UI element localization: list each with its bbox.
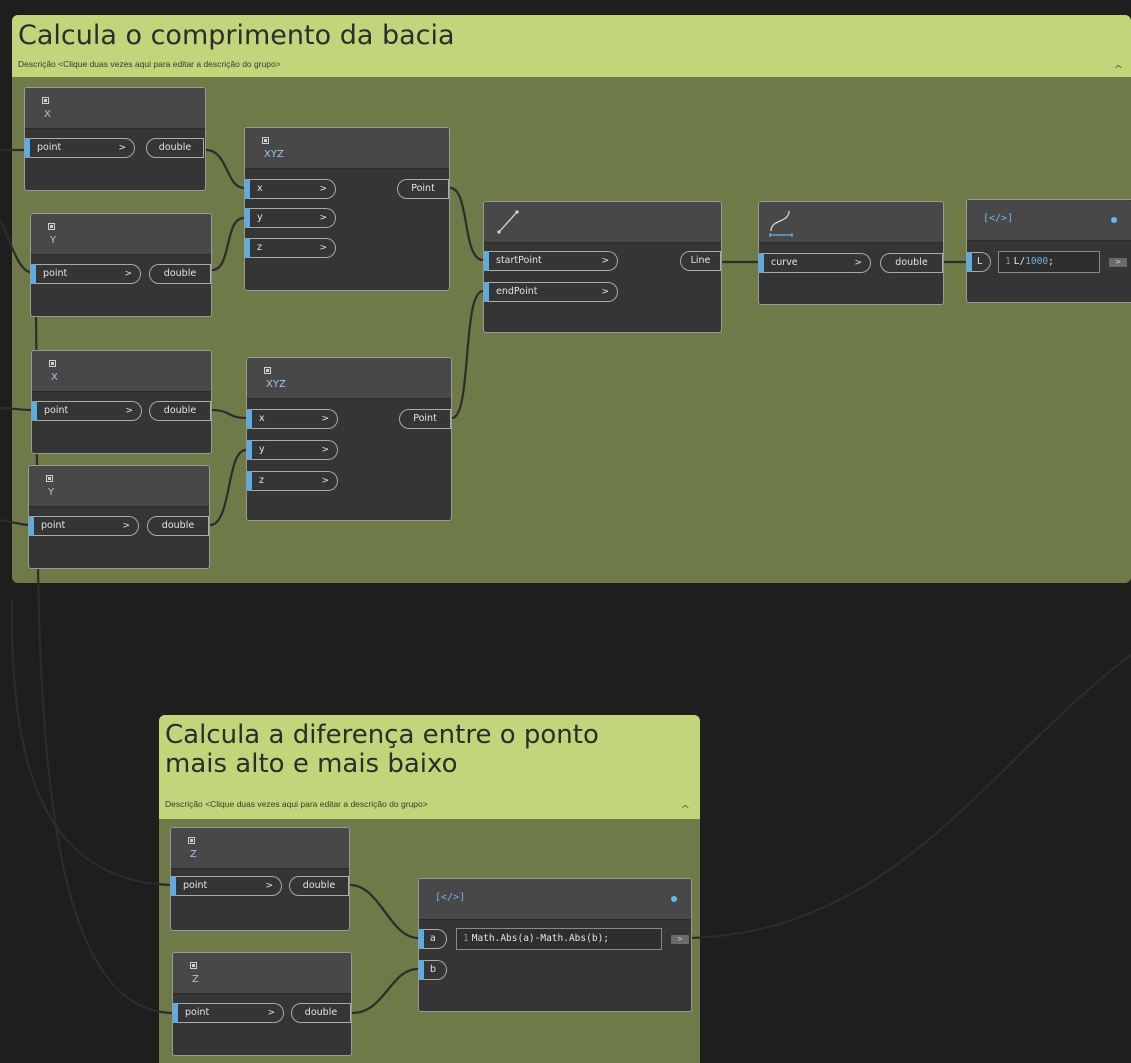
node-point-by-coordinates[interactable]: XYZ x > y > z > Point xyxy=(244,127,450,291)
input-port-startpoint[interactable]: startPoint > xyxy=(484,251,618,271)
node-point-by-coordinates[interactable]: XYZ x > y > z > Point xyxy=(246,357,452,521)
code-block-icon: [</>] xyxy=(435,892,466,903)
output-port-double[interactable]: double xyxy=(149,401,211,421)
code-editor[interactable]: 1 L/1000; xyxy=(998,251,1100,273)
node-type-icon xyxy=(188,837,195,844)
node-title: Z xyxy=(192,974,199,985)
output-port-double[interactable]: double xyxy=(880,253,943,273)
node-type-icon xyxy=(42,97,49,104)
node-type-icon xyxy=(46,475,53,482)
output-port-double[interactable]: double xyxy=(291,1003,351,1023)
code-block-icon: [</>] xyxy=(983,213,1014,224)
node-point-z[interactable]: Z point > double xyxy=(170,827,350,931)
input-port-point[interactable]: point > xyxy=(31,264,141,284)
node-code-block[interactable]: [</>] L 1 L/1000; > xyxy=(966,199,1131,303)
node-code-block[interactable]: [</>] a b 1 Math.Abs(a)-Math.Abs(b); > xyxy=(418,878,692,1012)
output-port-point[interactable]: Point xyxy=(397,179,449,199)
node-title: Y xyxy=(50,235,57,246)
wire xyxy=(691,654,1131,940)
node-title: XYZ xyxy=(266,379,286,390)
node-point-z[interactable]: Z point > double xyxy=(172,952,352,1056)
input-port-point[interactable]: point > xyxy=(32,401,142,421)
input-port-curve[interactable]: curve > xyxy=(759,253,871,273)
output-port-double[interactable]: double xyxy=(149,264,211,284)
curve-length-icon xyxy=(769,210,793,237)
output-port-line[interactable]: Line xyxy=(680,251,721,271)
output-port-double[interactable]: double xyxy=(289,876,349,896)
input-port-l[interactable]: L xyxy=(967,252,991,272)
node-point-y[interactable]: Y point > double xyxy=(28,465,210,569)
input-port-point[interactable]: point > xyxy=(25,138,135,158)
input-port-point[interactable]: point > xyxy=(173,1003,284,1023)
status-dot-icon xyxy=(1111,217,1117,223)
output-port-double[interactable]: double xyxy=(146,138,204,158)
node-point-x[interactable]: X point > double xyxy=(31,350,212,454)
node-type-icon xyxy=(49,360,56,367)
output-port-double[interactable]: double xyxy=(147,516,209,536)
node-type-icon xyxy=(190,962,197,969)
input-port-x[interactable]: x > xyxy=(247,409,338,429)
node-type-icon xyxy=(262,137,269,144)
code-editor[interactable]: 1 Math.Abs(a)-Math.Abs(b); xyxy=(456,928,662,950)
input-port-z[interactable]: z > xyxy=(247,471,338,491)
input-port-point[interactable]: point > xyxy=(171,876,282,896)
input-port-point[interactable]: point > xyxy=(29,516,139,536)
input-port-endpoint[interactable]: endPoint > xyxy=(484,282,618,302)
group-description[interactable]: Descrição <Clique duas vezes aqui para e… xyxy=(18,59,281,69)
node-title: Z xyxy=(190,849,197,860)
output-port-point[interactable]: Point xyxy=(399,409,451,429)
group-title[interactable]: Calcula o comprimento da bacia xyxy=(18,20,455,51)
line-by-points-icon xyxy=(497,210,519,234)
input-port-x[interactable]: x > xyxy=(245,179,336,199)
node-title: XYZ xyxy=(264,149,284,160)
group-header[interactable]: Calcula o comprimento da bacia Descrição… xyxy=(12,15,1131,77)
output-port-chip[interactable]: > xyxy=(671,935,689,944)
node-title: X xyxy=(44,109,51,120)
node-point-x[interactable]: X point > double xyxy=(24,87,206,191)
group-title[interactable]: Calcula a diferença entre o ponto mais a… xyxy=(165,720,599,779)
node-type-icon xyxy=(48,223,55,230)
input-port-a[interactable]: a xyxy=(419,929,447,949)
node-title: X xyxy=(51,372,58,383)
node-type-icon xyxy=(264,367,271,374)
input-port-y[interactable]: y > xyxy=(247,440,338,460)
node-point-y[interactable]: Y point > double xyxy=(30,213,212,317)
collapse-icon[interactable]: ^ xyxy=(681,803,690,816)
node-title: Y xyxy=(48,487,55,498)
input-port-y[interactable]: y > xyxy=(245,208,336,228)
node-line-by-points[interactable]: startPoint > endPoint > Line xyxy=(483,201,722,333)
input-port-z[interactable]: z > xyxy=(245,238,336,258)
input-port-b[interactable]: b xyxy=(419,960,447,980)
group-header[interactable]: Calcula a diferença entre o ponto mais a… xyxy=(159,715,700,819)
output-port-chip[interactable]: > xyxy=(1109,258,1127,267)
group-description[interactable]: Descrição <Clique duas vezes aqui para e… xyxy=(165,799,428,809)
status-dot-icon xyxy=(671,896,677,902)
node-curve-length[interactable]: curve > double xyxy=(758,201,944,305)
wire xyxy=(10,599,171,887)
collapse-icon[interactable]: ^ xyxy=(1114,63,1123,76)
